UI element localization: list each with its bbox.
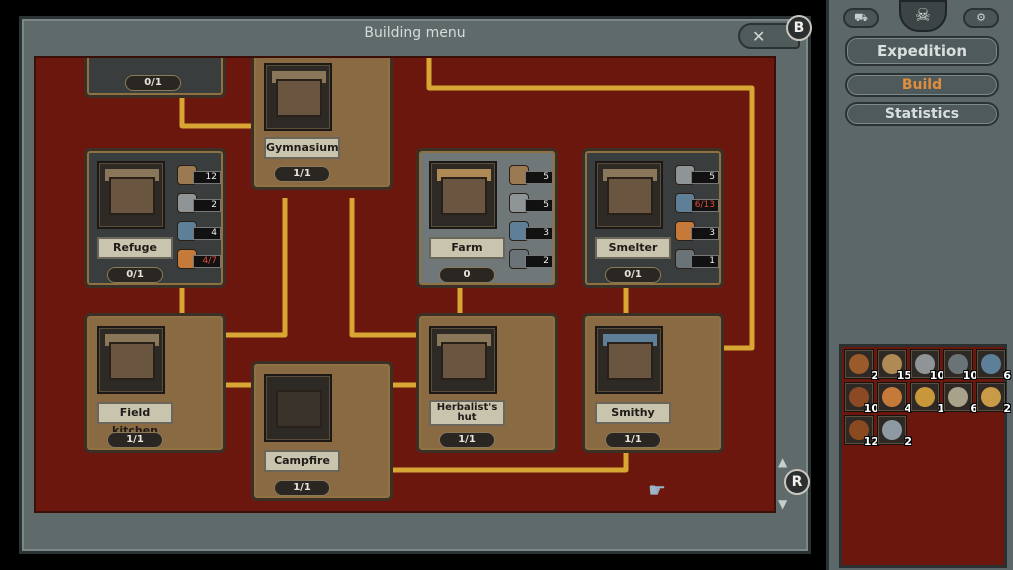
building-card-top-left[interactable]: 0/1	[84, 58, 226, 98]
building-card-herbalists-hut[interactable]: Herbalist's hut 1/1	[416, 313, 558, 453]
resource-cost: 4	[177, 221, 221, 243]
resource-cost: 5	[675, 165, 719, 187]
building-count: 1/1	[439, 432, 495, 448]
building-card-campfire[interactable]: Campfire 1/1	[251, 361, 393, 501]
close-icon: ✕	[752, 27, 766, 46]
inventory-slot[interactable]: 2	[976, 382, 1011, 415]
building-card-field-kitchen[interactable]: Field kitchen 1/1	[84, 313, 226, 453]
resource-cost: 3	[675, 221, 719, 243]
inventory-slot[interactable]: 15	[877, 349, 912, 382]
hand-cursor-icon: ☛	[648, 478, 666, 502]
herb-icon	[915, 387, 935, 407]
inventory-slot[interactable]: 6	[976, 349, 1011, 382]
inventory-slot[interactable]: 1	[910, 382, 945, 415]
inventory-slot[interactable]: 10	[943, 349, 978, 382]
slot-quantity: 2	[904, 435, 912, 448]
inventory-slot[interactable]: 10	[844, 382, 879, 415]
building-count: 0/1	[125, 75, 181, 91]
scroll-icon	[948, 387, 968, 407]
building-count: 1/1	[107, 432, 163, 448]
building-card-refuge[interactable]: Refuge 0/1 12 2 4 4/7	[84, 148, 226, 288]
inventory-slot[interactable]: 2	[877, 415, 912, 448]
statistics-button[interactable]: Statistics	[845, 102, 999, 126]
resource-cost: 12	[177, 165, 221, 187]
scroll-control[interactable]: ▲ ▼ R	[772, 455, 810, 511]
build-button[interactable]: Build	[845, 73, 999, 97]
farm-image	[429, 161, 497, 229]
building-name: Campfire	[264, 450, 340, 472]
scroll-up-icon[interactable]: ▲	[778, 455, 787, 469]
building-name: Smithy	[595, 402, 671, 424]
building-name: Refuge	[97, 237, 173, 259]
inventory-slot[interactable]: 10	[910, 349, 945, 382]
side-panel: ⛟ ☠ ⚙ Expedition Build Statistics 2 15 10 1…	[826, 0, 1013, 570]
building-name: Herbalist's hut	[429, 400, 505, 426]
building-name: Farm	[429, 237, 505, 259]
scroll-hotkey-badge: R	[784, 469, 810, 495]
path-segment	[224, 198, 288, 338]
settings-gear-icon[interactable]: ⚙	[963, 8, 999, 28]
expedition-button[interactable]: Expedition	[845, 36, 999, 66]
resource-cost: 4/7	[177, 249, 221, 271]
inventory-slot[interactable]: 6	[943, 382, 978, 415]
refuge-image	[97, 161, 165, 229]
gymnasium-image	[264, 63, 332, 131]
building-count: 0/1	[605, 267, 661, 283]
building-count: 0	[439, 267, 495, 283]
resource-cost: 3	[509, 221, 553, 243]
building-card-farm[interactable]: Farm 0 5 5 3 2	[416, 148, 558, 288]
orb-icon	[882, 420, 902, 440]
building-card-gymnasium[interactable]: Gymnasium 1/1	[251, 58, 393, 190]
resource-cost: 5	[509, 165, 553, 187]
close-hotkey-badge: B	[786, 15, 812, 41]
building-count: 1/1	[274, 480, 330, 496]
skull-emblem-icon: ☠	[899, 0, 947, 32]
building-name: Gymnasium	[264, 137, 340, 159]
building-name: Field kitchen	[97, 402, 173, 437]
building-card-smelter[interactable]: Smelter 0/1 5 6/13 3 1	[582, 148, 724, 288]
caravan-icon[interactable]: ⛟	[843, 8, 879, 28]
smithy-image	[595, 326, 663, 394]
food-icon	[882, 387, 902, 407]
inventory-grid: 2 15 10 10 6 10 4 1 6 2 12 2	[839, 344, 1011, 568]
path-segment	[349, 198, 416, 338]
building-count: 0/1	[107, 267, 163, 283]
field-kitchen-image	[97, 326, 165, 394]
inventory-slot[interactable]: 4	[877, 382, 912, 415]
smelter-image	[595, 161, 663, 229]
wood-log-icon	[849, 354, 869, 374]
metal-icon	[981, 354, 1001, 374]
campfire-image	[264, 374, 332, 442]
scroll-down-icon[interactable]: ▼	[778, 497, 787, 511]
slot-quantity: 6	[1003, 369, 1011, 382]
building-count: 1/1	[274, 166, 330, 182]
building-name: Smelter	[595, 237, 671, 259]
building-card-smithy[interactable]: Smithy 1/1	[582, 313, 724, 453]
path-segment	[392, 453, 629, 473]
resource-cost: 1	[675, 249, 719, 271]
book-icon	[981, 387, 1001, 407]
slot-quantity: 2	[1003, 402, 1011, 415]
resource-cost: 6/13	[675, 193, 719, 215]
inventory-slot[interactable]: 12	[844, 415, 879, 448]
herbalists-hut-image	[429, 326, 497, 394]
inventory-slot[interactable]: 2	[844, 349, 879, 382]
window-title: Building menu	[364, 25, 466, 41]
resource-cost: 2	[509, 249, 553, 271]
building-count: 1/1	[605, 432, 661, 448]
resource-cost: 5	[509, 193, 553, 215]
building-tree: 0/1 Gymnasium 1/1 Refuge 0/1 12 2 4 4/7 …	[34, 56, 776, 513]
resource-cost: 2	[177, 193, 221, 215]
building-menu-window: Building menu ✕ B 0/1 Gymnasium 1/1 Refu…	[19, 15, 812, 554]
